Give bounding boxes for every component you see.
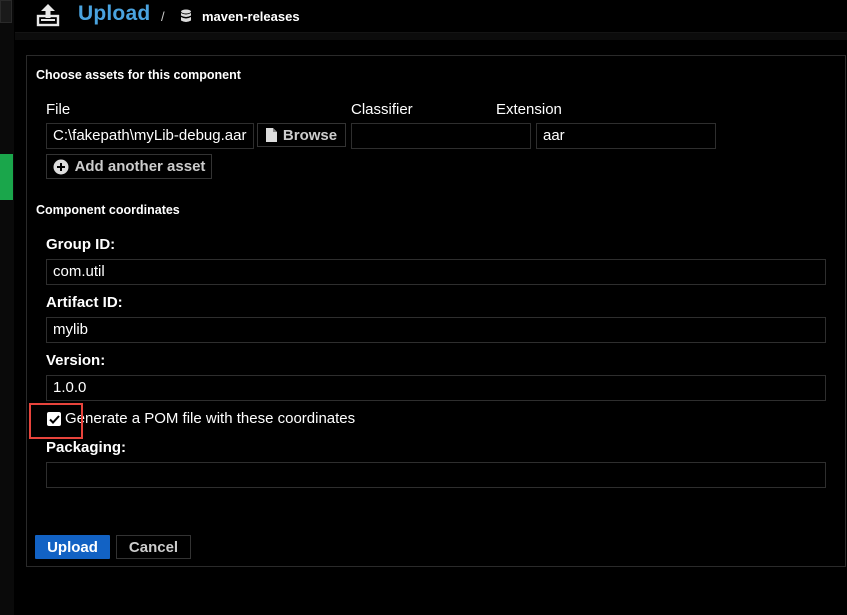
packaging-input[interactable]: [46, 462, 826, 488]
browse-button[interactable]: Browse: [257, 123, 346, 147]
file-column-label: File: [46, 101, 71, 118]
cancel-button[interactable]: Cancel: [116, 535, 191, 559]
breadcrumb-separator: /: [161, 9, 165, 24]
artifact-id-input[interactable]: mylib: [46, 317, 826, 343]
group-id-label: Group ID:: [46, 236, 116, 253]
extension-column-label: Extension: [496, 101, 562, 118]
page-title: Upload: [78, 2, 151, 25]
upload-icon: [36, 4, 60, 27]
database-icon: [181, 9, 191, 22]
add-another-asset-label: Add another asset: [74, 158, 206, 175]
header-divider: [15, 32, 847, 40]
breadcrumb-repository[interactable]: maven-releases: [202, 9, 300, 24]
file-icon: [265, 128, 277, 142]
left-nav-top-item[interactable]: [0, 0, 12, 23]
left-nav-strip: [0, 0, 14, 615]
assets-section-title: Choose assets for this component: [36, 68, 241, 82]
file-input[interactable]: C:\fakepath\myLib-debug.aar: [46, 123, 254, 149]
version-input[interactable]: 1.0.0: [46, 375, 826, 401]
version-label: Version:: [46, 352, 106, 369]
group-id-input[interactable]: com.util: [46, 259, 826, 285]
classifier-column-label: Classifier: [351, 101, 413, 118]
add-another-asset-button[interactable]: Add another asset: [46, 154, 212, 179]
coordinates-section-title: Component coordinates: [36, 203, 180, 217]
generate-pom-label[interactable]: Generate a POM file with these coordinat…: [65, 410, 355, 427]
extension-input[interactable]: aar: [536, 123, 716, 149]
classifier-input[interactable]: [351, 123, 531, 149]
artifact-id-label: Artifact ID:: [46, 294, 123, 311]
nav-active-indicator: [0, 154, 13, 200]
browse-button-label: Browse: [282, 126, 338, 144]
checkbox-highlight-annotation: [29, 403, 83, 439]
packaging-label: Packaging:: [46, 439, 127, 456]
plus-circle-icon: [53, 159, 69, 174]
upload-button[interactable]: Upload: [35, 535, 110, 559]
